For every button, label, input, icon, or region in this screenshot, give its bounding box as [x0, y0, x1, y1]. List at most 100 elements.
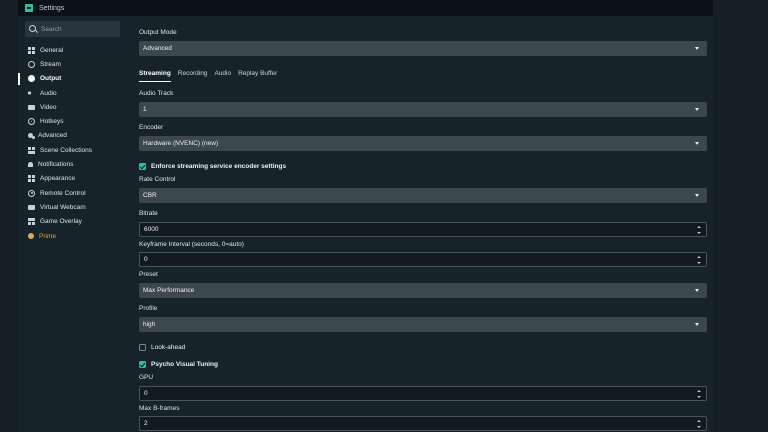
preset-select[interactable]: Max Performance: [139, 283, 707, 298]
grid-icon: [28, 46, 35, 54]
sidebar-item-label: Advanced: [38, 132, 67, 140]
bell-icon: [28, 162, 33, 168]
sidebar-item-label: Remote Control: [40, 189, 86, 197]
enforce-encoder-settings-label: Enforce streaming service encoder settin…: [151, 163, 287, 170]
audio-track-label: Audio Track: [139, 90, 174, 97]
profile-select[interactable]: high: [139, 317, 707, 332]
sidebar-item-label: Output: [40, 75, 62, 83]
camera-icon: [28, 205, 35, 211]
look-ahead-checkbox[interactable]: Look-ahead: [139, 344, 185, 351]
spinner-arrows-icon[interactable]: [697, 389, 702, 399]
sidebar-nav: General Stream Output Audio Video Hotkey…: [18, 43, 130, 243]
gpu-label: GPU: [139, 374, 154, 381]
keyframe-interval-label: Keyframe Interval (seconds, 0=auto): [139, 241, 244, 248]
sidebar-item-label: Virtual Webcam: [40, 203, 86, 211]
window-title: Settings: [39, 4, 65, 12]
encoder-label: Encoder: [139, 124, 164, 131]
output-mode-select[interactable]: Advanced: [139, 41, 707, 56]
tab-streaming[interactable]: Streaming: [139, 70, 171, 82]
sidebar-item-label: Appearance: [40, 175, 76, 183]
encoder-value: Hardware (NVENC) (new): [143, 140, 219, 147]
gpu-value: 0: [144, 390, 148, 397]
keyframe-interval-input[interactable]: 0: [139, 252, 707, 267]
tab-audio[interactable]: Audio: [214, 70, 231, 82]
spinner-arrows-icon[interactable]: [697, 225, 702, 235]
sidebar-item-label: Game Overlay: [40, 218, 82, 226]
appearance-icon: [28, 175, 35, 183]
rate-control-select[interactable]: CBR: [139, 188, 707, 203]
spinner-arrows-icon[interactable]: [697, 419, 702, 429]
rate-control-label: Rate Control: [139, 176, 176, 183]
sidebar-item-label: Hotkeys: [40, 118, 64, 126]
gear-icon: [28, 118, 35, 126]
keyframe-interval-value: 0: [144, 256, 148, 263]
sidebar-item-label: Stream: [40, 60, 61, 68]
chevron-down-icon: [695, 289, 699, 292]
bitrate-input[interactable]: 6000: [139, 222, 707, 237]
enforce-encoder-settings-checkbox[interactable]: Enforce streaming service encoder settin…: [139, 163, 286, 170]
app-logo-icon: [25, 4, 33, 12]
speaker-icon: [28, 89, 34, 97]
max-b-frames-input[interactable]: 2: [139, 416, 707, 431]
max-b-frames-label: Max B-frames: [139, 405, 180, 412]
sidebar-item-stream[interactable]: Stream: [18, 57, 130, 71]
video-icon: [28, 105, 35, 111]
search-box[interactable]: [25, 21, 120, 37]
sidebar-item-scene-collections[interactable]: Scene Collections: [18, 143, 130, 157]
psycho-visual-tuning-label: Psycho Visual Tuning: [151, 361, 218, 368]
sidebar-item-general[interactable]: General: [18, 43, 130, 57]
chevron-down-icon: [695, 323, 699, 326]
settings-window: General Stream Output Audio Video Hotkey…: [18, 16, 713, 432]
sidebar-item-game-overlay[interactable]: Game Overlay: [18, 215, 130, 229]
max-b-frames-value: 2: [144, 420, 148, 427]
audio-track-select[interactable]: 1: [139, 102, 707, 117]
title-bar: Settings: [18, 0, 713, 16]
sidebar-item-audio[interactable]: Audio: [18, 86, 130, 100]
psycho-visual-tuning-checkbox[interactable]: Psycho Visual Tuning: [139, 361, 218, 368]
chevron-down-icon: [695, 47, 699, 50]
preset-value: Max Performance: [143, 287, 195, 294]
sidebar-item-prime[interactable]: Prime: [18, 229, 130, 243]
output-tabs: Streaming Recording Audio Replay Buffer: [139, 70, 277, 82]
chevron-down-icon: [695, 194, 699, 197]
preset-label: Preset: [139, 271, 158, 278]
output-icon: [28, 75, 35, 83]
output-settings-panel: Output Mode Advanced Streaming Recording…: [130, 16, 713, 432]
sidebar-item-virtual-webcam[interactable]: Virtual Webcam: [18, 200, 130, 214]
sidebar: General Stream Output Audio Video Hotkey…: [18, 16, 130, 432]
sidebar-item-label: Notifications: [38, 161, 74, 169]
profile-label: Profile: [139, 305, 158, 312]
spinner-arrows-icon[interactable]: [697, 255, 702, 265]
sidebar-item-label: Scene Collections: [40, 146, 93, 154]
sidebar-item-appearance[interactable]: Appearance: [18, 172, 130, 186]
rate-control-value: CBR: [143, 192, 157, 199]
checkbox-checked-icon[interactable]: [139, 361, 146, 368]
sidebar-item-notifications[interactable]: Notifications: [18, 157, 130, 171]
gpu-input[interactable]: 0: [139, 386, 707, 401]
sidebar-item-remote-control[interactable]: Remote Control: [18, 186, 130, 200]
sidebar-item-label: General: [40, 46, 64, 54]
audio-track-value: 1: [143, 106, 147, 113]
sidebar-item-label: Video: [40, 103, 57, 111]
search-input[interactable]: [41, 25, 111, 33]
chevron-down-icon: [695, 142, 699, 145]
sidebar-item-label: Prime: [39, 232, 56, 240]
tab-recording[interactable]: Recording: [178, 70, 208, 82]
profile-value: high: [143, 321, 156, 328]
sidebar-item-output[interactable]: Output: [18, 72, 130, 86]
remote-icon: [28, 189, 35, 197]
tab-replay-buffer[interactable]: Replay Buffer: [238, 70, 277, 82]
overlay-icon: [28, 218, 35, 226]
gears-icon: [28, 133, 33, 139]
prime-icon: [28, 233, 34, 239]
sidebar-item-video[interactable]: Video: [18, 100, 130, 114]
encoder-select[interactable]: Hardware (NVENC) (new): [139, 136, 707, 151]
checkbox-checked-icon[interactable]: [139, 163, 146, 170]
sidebar-item-hotkeys[interactable]: Hotkeys: [18, 114, 130, 128]
sidebar-item-advanced[interactable]: Advanced: [18, 129, 130, 143]
sidebar-item-label: Audio: [40, 89, 57, 97]
search-icon: [29, 25, 36, 32]
globe-icon: [28, 60, 35, 68]
checkbox-unchecked-icon[interactable]: [139, 344, 146, 351]
output-mode-value: Advanced: [143, 45, 172, 52]
